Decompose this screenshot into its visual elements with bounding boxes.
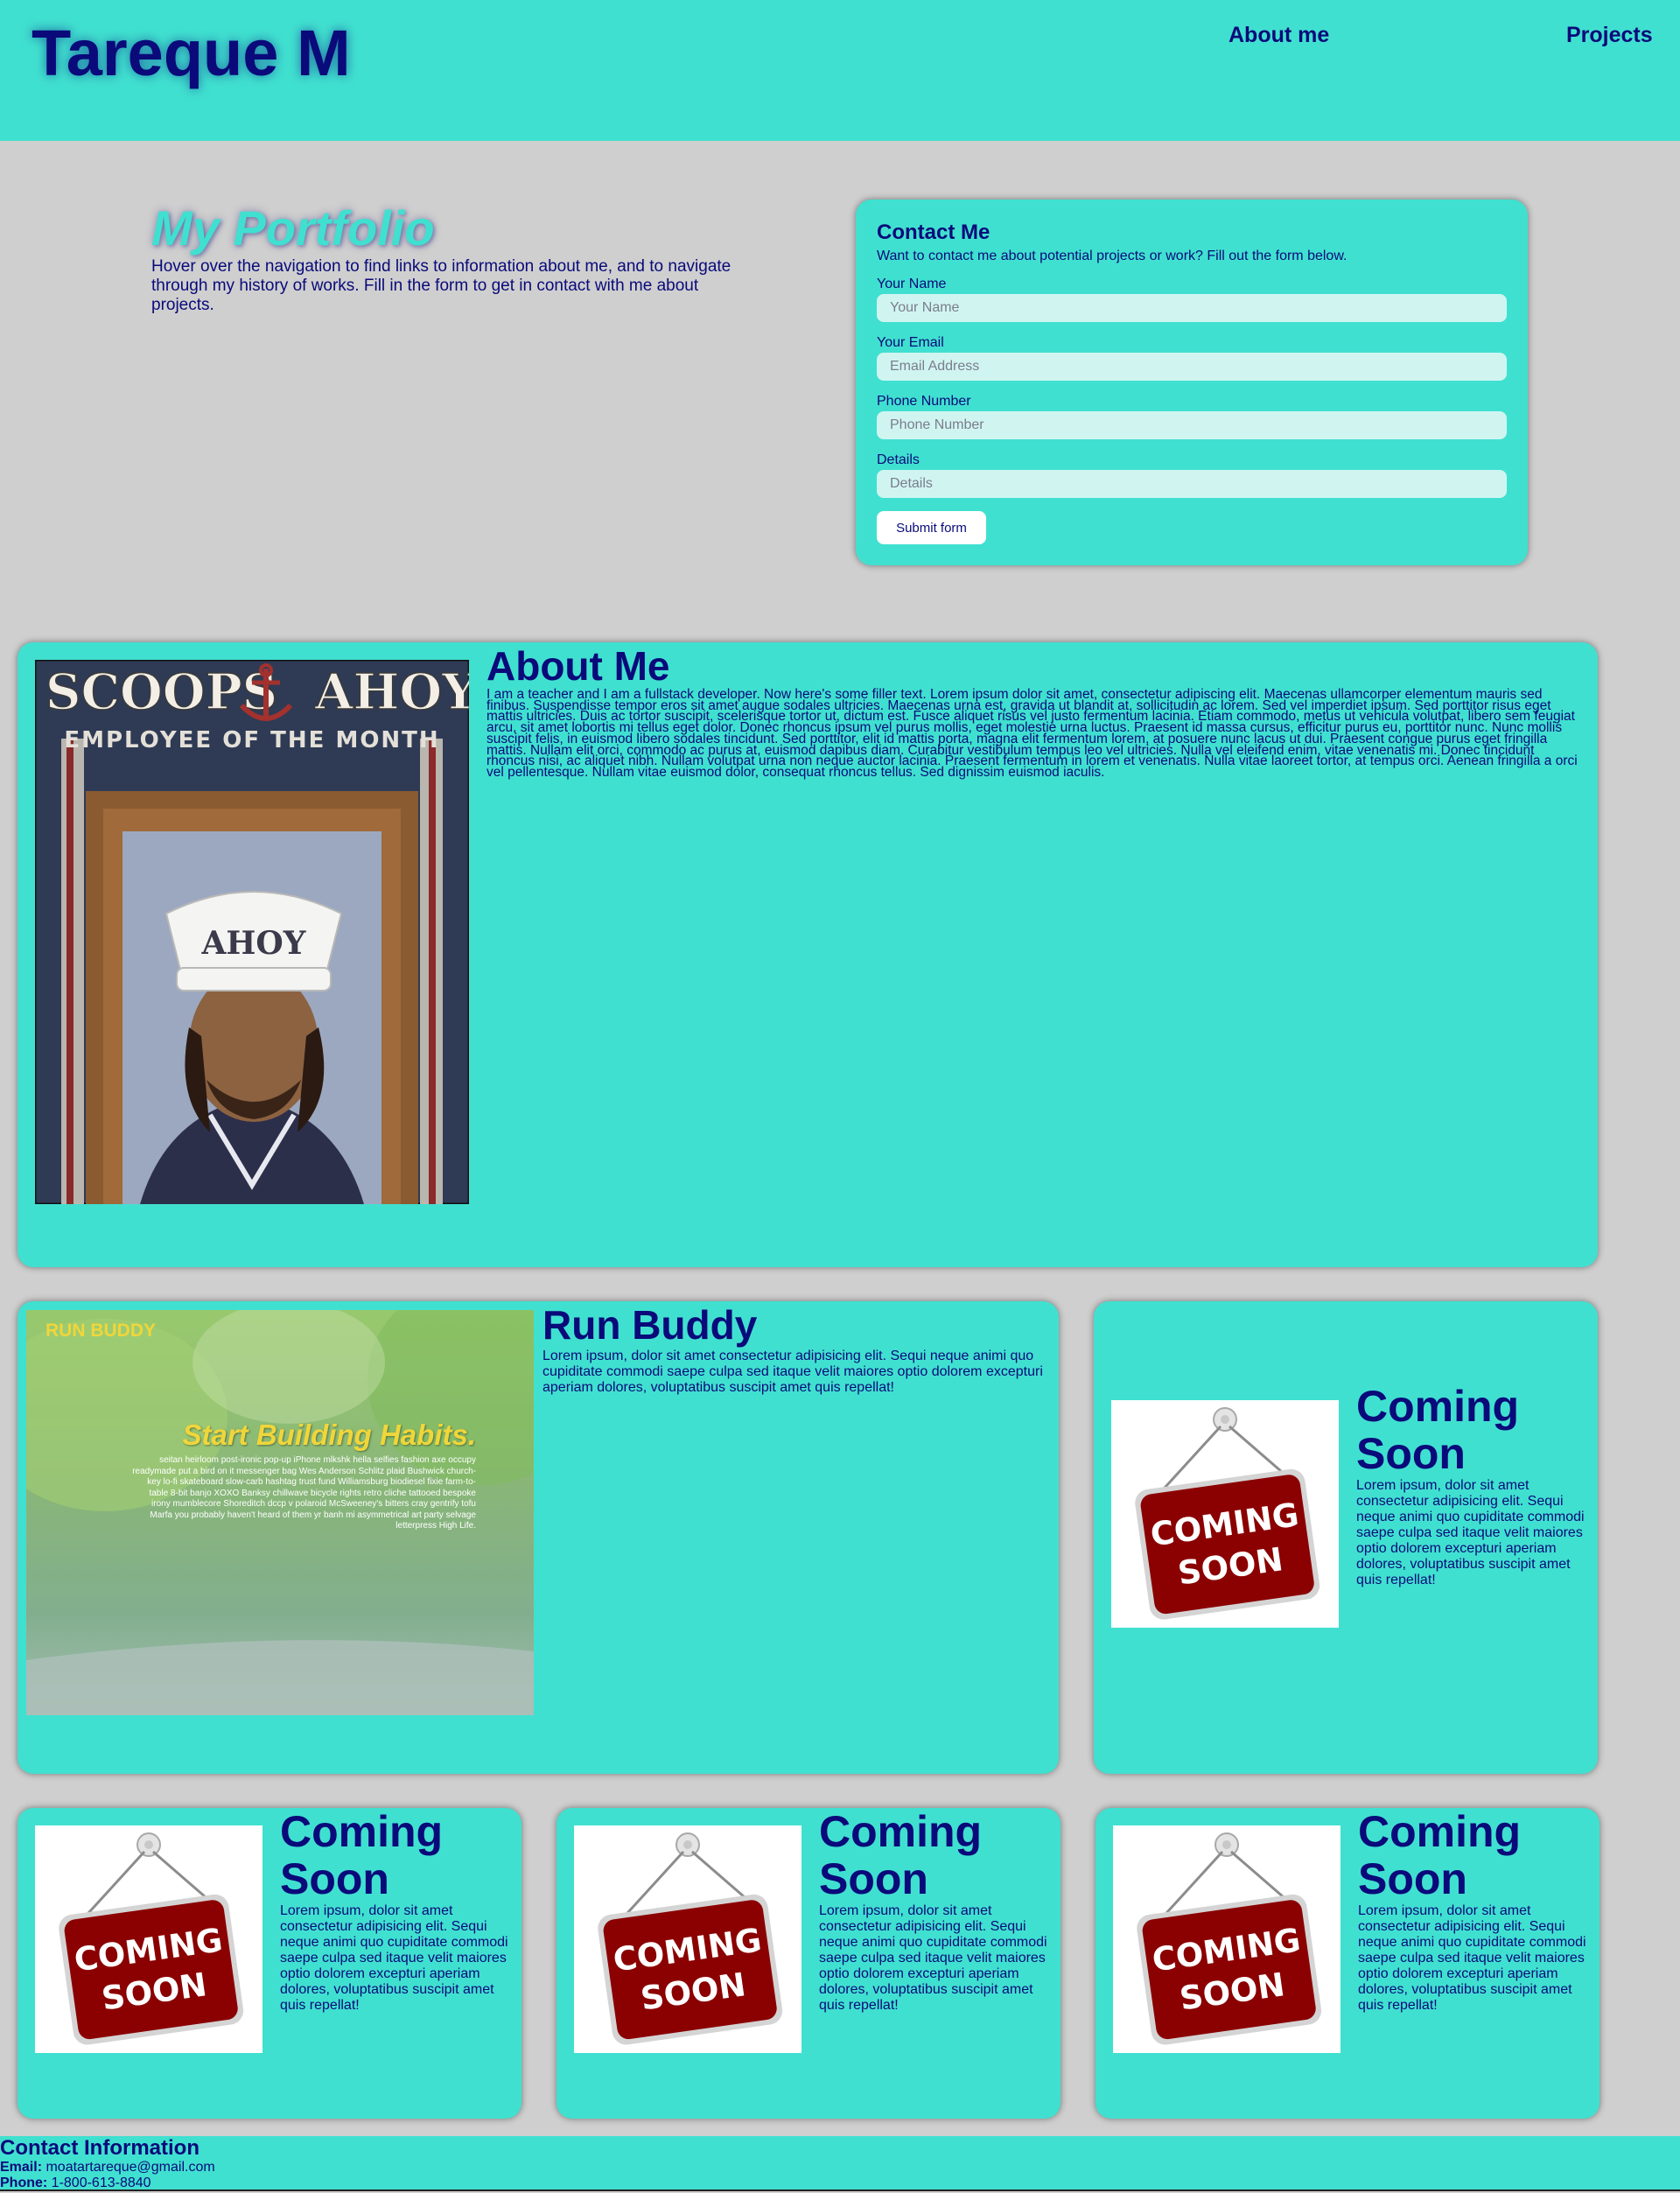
contact-form-subtitle: Want to contact me about potential proje… bbox=[877, 249, 1348, 263]
coming-soon-text: Lorem ipsum, dolor sit amet consectetur … bbox=[1356, 1478, 1585, 1587]
run-buddy-title: Run Buddy bbox=[542, 1302, 758, 1348]
photo-banner-title-left: SCOOPS bbox=[46, 663, 277, 721]
contact-form: Contact Me Want to contact me about pote… bbox=[856, 200, 1528, 565]
run-buddy-headline: Start Building Habits. bbox=[182, 1419, 476, 1451]
about-me-card: SCOOPS AHOY EMPLOYEE OF THE MONTH AHOY A… bbox=[18, 642, 1598, 1267]
run-buddy-copy: seitan heirloom post-ironic pop-up iPhon… bbox=[132, 1455, 476, 1531]
profile-photo: SCOOPS AHOY EMPLOYEE OF THE MONTH AHOY bbox=[35, 660, 469, 1204]
footer-phone[interactable]: 1-800-613-8840 bbox=[52, 2175, 151, 2190]
phone-field-label: Phone Number bbox=[877, 394, 971, 409]
site-header: Tareque M About me Projects bbox=[0, 0, 1680, 141]
phone-input[interactable] bbox=[877, 411, 1507, 439]
footer-phone-line: Phone: 1-800-613-8840 bbox=[0, 2175, 151, 2191]
project-card-coming-soon-1: COMING SOON Coming Soon Lorem ipsum, dol… bbox=[1094, 1301, 1598, 1774]
submit-form-button[interactable]: Submit form bbox=[877, 511, 986, 544]
coming-soon-title: Coming Soon bbox=[1356, 1382, 1520, 1478]
footer-email-label: Email: bbox=[0, 2160, 43, 2175]
coming-soon-title: Coming Soon bbox=[819, 1807, 983, 1903]
project-card-coming-soon-2: COMING SOON Coming Soon Lorem ipsum, dol… bbox=[18, 1808, 522, 2119]
details-field-label: Details bbox=[877, 452, 920, 467]
footer-email[interactable]: moatartareque@gmail.com bbox=[46, 2160, 214, 2175]
about-me-text: I am a teacher and I am a fullstack deve… bbox=[486, 687, 1578, 780]
site-footer: Contact Information Email: moatartareque… bbox=[0, 2136, 1680, 2191]
site-title: Tareque M bbox=[32, 17, 351, 89]
portfolio-heading: My Portfolio bbox=[151, 200, 435, 256]
coming-soon-text: Lorem ipsum, dolor sit amet consectetur … bbox=[1358, 1903, 1586, 2013]
details-input[interactable] bbox=[877, 470, 1507, 498]
coming-soon-image[interactable]: COMING SOON bbox=[574, 1825, 802, 2053]
name-field-label: Your Name bbox=[877, 277, 947, 291]
coming-soon-text: Lorem ipsum, dolor sit amet consectetur … bbox=[280, 1903, 508, 2013]
coming-soon-text: Lorem ipsum, dolor sit amet consectetur … bbox=[819, 1903, 1047, 2013]
coming-soon-title: Coming Soon bbox=[1358, 1807, 1522, 1903]
coming-soon-sign-icon: COMING SOON bbox=[598, 1832, 783, 2045]
coming-soon-image[interactable]: COMING SOON bbox=[35, 1825, 262, 2053]
coming-soon-sign-icon: COMING SOON bbox=[1137, 1832, 1322, 2045]
footer-email-line: Email: moatartareque@gmail.com bbox=[0, 2160, 215, 2175]
nav-link-about-me[interactable]: About me bbox=[1228, 23, 1329, 48]
coming-soon-image[interactable]: COMING SOON bbox=[1111, 1400, 1339, 1628]
footer-heading: Contact Information bbox=[0, 2136, 200, 2160]
project-card-run-buddy: RUN BUDDY Start Building Habits. seitan … bbox=[18, 1301, 1059, 1774]
portfolio-intro-text: Hover over the navigation to find links … bbox=[151, 257, 732, 314]
run-buddy-brand: RUN BUDDY bbox=[46, 1321, 156, 1341]
about-me-title: About Me bbox=[486, 643, 670, 689]
footer-phone-label: Phone: bbox=[0, 2175, 48, 2190]
coming-soon-image[interactable]: COMING SOON bbox=[1113, 1825, 1340, 2053]
photo-banner-subtitle: EMPLOYEE OF THE MONTH bbox=[64, 727, 439, 753]
run-buddy-text: Lorem ipsum, dolor sit amet consectetur … bbox=[542, 1349, 1043, 1395]
photo-banner-title-right: AHOY bbox=[314, 663, 469, 721]
coming-soon-sign-icon: COMING SOON bbox=[1135, 1407, 1320, 1620]
name-input[interactable] bbox=[877, 294, 1507, 322]
project-card-coming-soon-4: COMING SOON Coming Soon Lorem ipsum, dol… bbox=[1096, 1808, 1600, 2119]
project-card-coming-soon-3: COMING SOON Coming Soon Lorem ipsum, dol… bbox=[556, 1808, 1060, 2119]
nav-link-projects[interactable]: Projects bbox=[1566, 23, 1653, 48]
contact-form-title: Contact Me bbox=[877, 221, 990, 244]
run-buddy-screenshot[interactable]: RUN BUDDY Start Building Habits. seitan … bbox=[26, 1310, 534, 1715]
coming-soon-sign-icon: COMING SOON bbox=[59, 1832, 244, 2045]
email-field-label: Your Email bbox=[877, 335, 944, 350]
coming-soon-title: Coming Soon bbox=[280, 1807, 444, 1903]
photo-hat-text: AHOY bbox=[200, 925, 306, 962]
email-input[interactable] bbox=[877, 353, 1507, 381]
